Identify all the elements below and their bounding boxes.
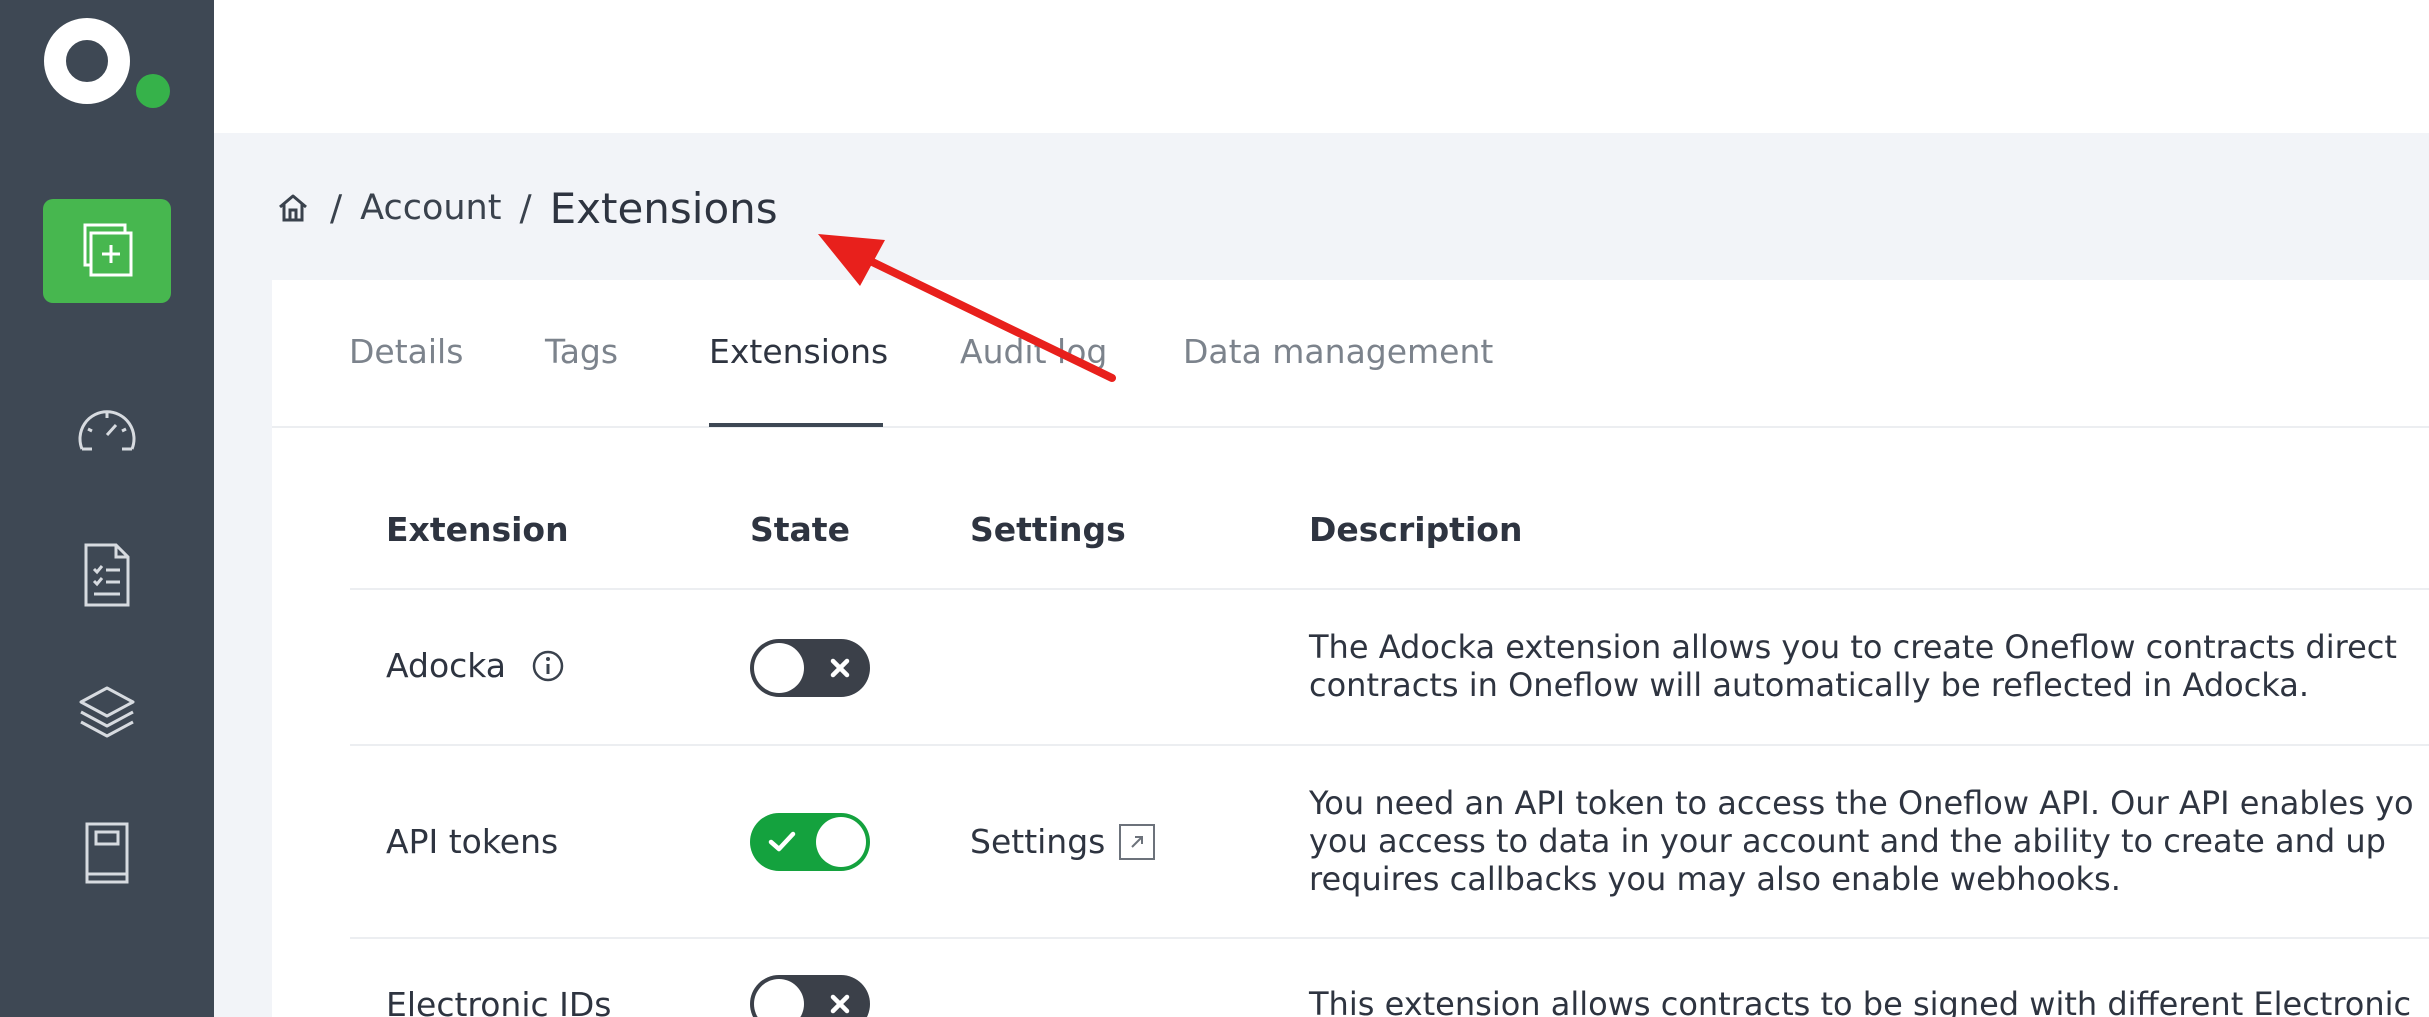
- tab-extensions[interactable]: Extensions: [709, 332, 888, 371]
- description-line: This extension allows contracts to be si…: [1309, 985, 2412, 1017]
- templates-icon: [79, 686, 135, 738]
- extension-name-electronic-ids: Electronic IDs: [386, 985, 612, 1017]
- api-tokens-state-toggle[interactable]: [750, 813, 870, 871]
- adocka-description: The Adocka extension allows you to creat…: [1309, 628, 2429, 704]
- extension-name-label: Adocka: [386, 646, 507, 685]
- api-tokens-settings-link[interactable]: Settings: [970, 822, 1156, 861]
- column-header-description: Description: [1309, 510, 1523, 549]
- documents-icon: [84, 543, 130, 607]
- tab-data-management[interactable]: Data management: [1183, 332, 1493, 371]
- close-icon: [812, 975, 868, 1017]
- sidebar: [0, 0, 214, 1017]
- description-line: you access to data in your account and t…: [1309, 822, 2386, 860]
- active-tab-indicator: [709, 423, 883, 427]
- create-contract-button[interactable]: [43, 199, 171, 303]
- tab-tags[interactable]: Tags: [545, 332, 618, 371]
- top-bar: [214, 0, 2429, 133]
- extension-name-api-tokens: API tokens: [386, 822, 558, 861]
- row-divider: [350, 937, 2429, 939]
- column-header-extension: Extension: [386, 510, 569, 549]
- extension-name-label: Electronic IDs: [386, 985, 612, 1017]
- extension-name-adocka: Adocka: [386, 646, 566, 685]
- toggle-knob: [754, 643, 804, 693]
- electronic-ids-description: This extension allows contracts to be si…: [1309, 985, 2429, 1017]
- breadcrumb-separator: /: [330, 187, 343, 229]
- logo-ring: [44, 18, 130, 104]
- nav-address-book[interactable]: [72, 818, 142, 888]
- electronic-ids-state-toggle[interactable]: [750, 975, 870, 1017]
- row-divider: [350, 744, 2429, 746]
- adocka-state-toggle[interactable]: [750, 639, 870, 697]
- api-tokens-description: You need an API token to access the Onef…: [1309, 784, 2429, 898]
- account-tabs: Details Tags Extensions Audit log Data m…: [272, 280, 2429, 428]
- address-book-icon: [85, 822, 129, 884]
- tab-details[interactable]: Details: [349, 332, 463, 371]
- breadcrumb-current-page: Extensions: [549, 183, 778, 233]
- column-header-state: State: [750, 510, 850, 549]
- description-line: The Adocka extension allows you to creat…: [1309, 628, 2397, 666]
- nav-dashboard[interactable]: [72, 397, 142, 467]
- tab-audit-log[interactable]: Audit log: [960, 332, 1107, 371]
- home-icon: [279, 194, 307, 222]
- logo-dot: [136, 74, 170, 108]
- nav-documents[interactable]: [72, 540, 142, 610]
- breadcrumb-separator: /: [519, 187, 532, 229]
- info-icon[interactable]: [530, 648, 566, 684]
- dashboard-icon: [78, 410, 136, 451]
- description-line: You need an API token to access the Onef…: [1309, 784, 2414, 822]
- row-divider: [350, 588, 2429, 590]
- toggle-knob: [754, 979, 804, 1017]
- close-icon: [812, 639, 868, 697]
- extension-name-label: API tokens: [386, 822, 559, 861]
- description-line: requires callbacks you may also enable w…: [1309, 860, 2121, 898]
- column-header-settings: Settings: [970, 510, 1126, 549]
- external-link-icon: [1119, 823, 1156, 860]
- breadcrumb-account-link[interactable]: Account: [360, 188, 501, 228]
- toggle-knob: [816, 817, 866, 867]
- nav-templates[interactable]: [72, 677, 142, 747]
- description-line: contracts in Oneflow will automatically …: [1309, 666, 2310, 704]
- breadcrumb-home[interactable]: [274, 189, 312, 227]
- settings-link-label: Settings: [970, 822, 1106, 861]
- create-contract-icon: [83, 223, 133, 277]
- breadcrumb: / Account / Extensions: [274, 178, 778, 238]
- checkmark-icon: [754, 813, 810, 871]
- oneflow-logo[interactable]: [44, 18, 174, 108]
